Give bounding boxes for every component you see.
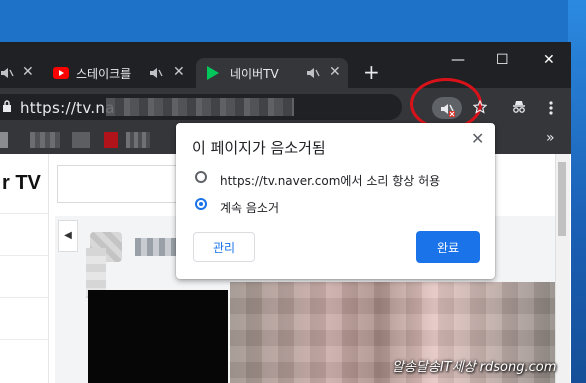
radio-allow-sound[interactable] [195,171,207,183]
tab-close-icon[interactable]: ✕ [22,64,34,80]
divider [0,255,48,256]
manage-button[interactable]: 관리 [193,232,255,262]
divider [0,297,48,298]
url-blurred [106,98,294,116]
done-button-label: 완료 [436,240,460,255]
bookmark-item[interactable] [104,132,118,148]
tab-label: 스테이크를 [76,67,132,81]
option-allow-label[interactable]: https://tv.naver.com에서 소리 항상 허용 [220,172,440,189]
muted-site-popup: 이 페이지가 음소거됨 ✕ https://tv.naver.com에서 소리 … [176,123,495,279]
bookmark-item[interactable] [0,132,8,148]
scrollbar-thumb[interactable] [558,162,566,236]
bookmark-item[interactable] [126,132,150,148]
menu-icon[interactable] [548,100,554,116]
prev-arrow-button[interactable]: ◀ [58,220,78,252]
manage-button-label: 관리 [212,240,236,255]
divider [0,339,48,340]
tab-youtube[interactable]: 스테이크를 ✕ [45,58,195,88]
tab-close-icon[interactable]: ✕ [329,64,341,80]
bookmark-star-icon[interactable] [473,100,487,114]
youtube-icon [53,67,69,79]
video-player[interactable] [88,290,228,383]
tab-muted-icon[interactable] [306,66,320,80]
site-logo[interactable]: r TV [2,172,41,195]
done-button[interactable]: 완료 [416,231,480,263]
minimize-button[interactable]: — [451,52,465,68]
bookmark-item[interactable] [30,132,60,148]
popup-title: 이 페이지가 음소거됨 [192,139,326,157]
tab-muted-icon[interactable] [0,66,14,80]
url-text[interactable]: https://tv.na [20,99,115,117]
close-window-button[interactable]: ✕ [543,52,555,68]
tab-1[interactable]: ✕ [0,58,40,88]
tab-navertv[interactable]: 네이버TV ✕ [196,58,348,88]
tab-label: 네이버TV [230,67,279,81]
radio-keep-muted[interactable] [195,198,207,210]
bookmarks-overflow-button[interactable]: » [546,130,555,146]
divider [0,213,48,214]
lock-icon[interactable] [2,100,12,112]
navertv-icon [207,66,219,80]
watermark: 알송달송IT세상 rdsong.com [392,360,557,375]
new-tab-button[interactable]: + [363,60,380,84]
tab-muted-icon[interactable] [149,66,163,80]
tab-close-icon[interactable]: ✕ [173,64,185,80]
maximize-button[interactable]: ☐ [496,52,509,68]
close-icon[interactable]: ✕ [471,129,484,148]
bookmark-item[interactable] [72,132,90,148]
option-keep-muted-label[interactable]: 계속 음소거 [220,199,279,216]
incognito-icon[interactable] [511,100,527,114]
